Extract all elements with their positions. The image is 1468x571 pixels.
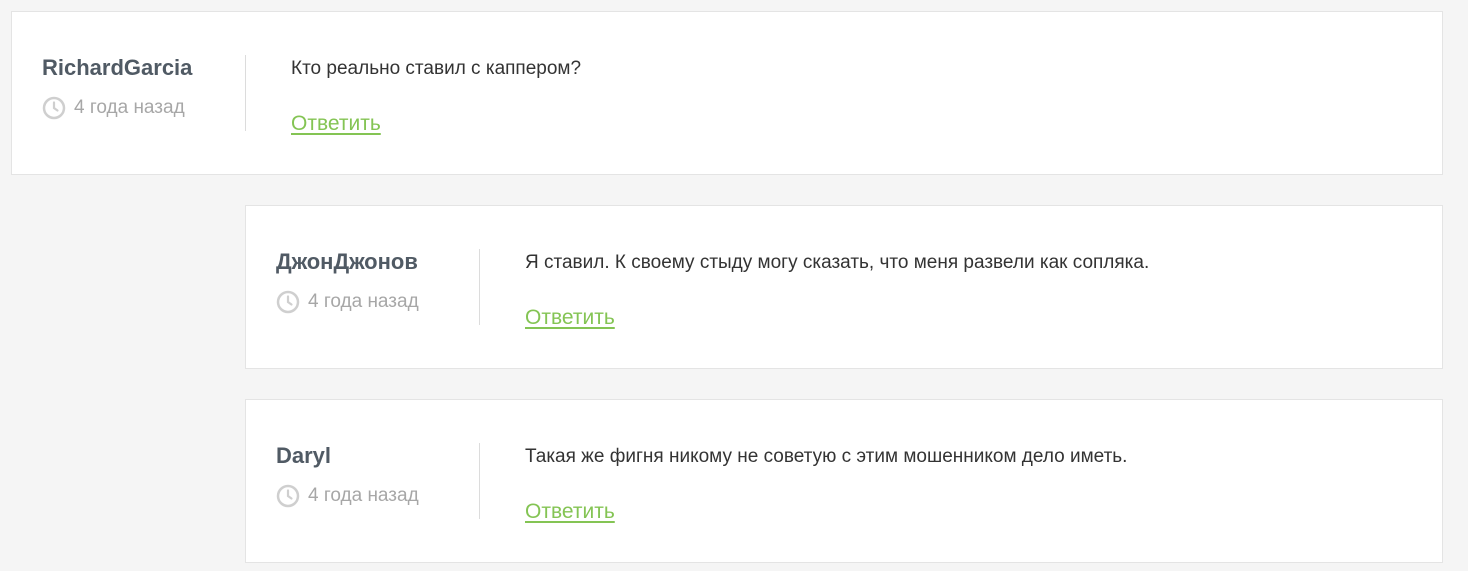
comment-body: Я ставил. К своему стыду могу сказать, ч… <box>525 251 1149 331</box>
comment-author: ДжонДжонов <box>276 249 418 274</box>
comment-time-row: 4 года назад <box>276 290 419 314</box>
clock-icon <box>276 290 300 314</box>
clock-icon <box>276 484 300 508</box>
reply-link[interactable]: Ответить <box>525 305 615 331</box>
comment-time-row: 4 года назад <box>42 96 185 120</box>
comment-card: RichardGarcia 4 года назад Кто реально с… <box>11 11 1443 175</box>
comment-time: 4 года назад <box>308 291 419 312</box>
comment-card: Daryl 4 года назад Такая же фигня никому… <box>245 399 1443 563</box>
reply-link[interactable]: Ответить <box>525 499 615 525</box>
comment-meta: ДжонДжонов 4 года назад <box>276 249 480 325</box>
comment-time: 4 года назад <box>74 97 185 118</box>
comment-text: Такая же фигня никому не советую с этим … <box>525 446 1128 467</box>
comment-text: Кто реально ставил с каппером? <box>291 58 582 79</box>
comment-meta: Daryl 4 года назад <box>276 443 480 519</box>
comment-body: Такая же фигня никому не советую с этим … <box>525 445 1127 525</box>
comment-time-row: 4 года назад <box>276 484 419 508</box>
comment-meta: RichardGarcia 4 года назад <box>42 55 246 131</box>
comment-author: Daryl <box>276 443 332 468</box>
comment-body: Кто реально ставил с каппером? Ответить <box>291 57 581 137</box>
comment-text: Я ставил. К своему стыду могу сказать, ч… <box>525 252 1150 273</box>
reply-link[interactable]: Ответить <box>291 111 381 137</box>
comment-card: ДжонДжонов 4 года назад Я ставил. К свое… <box>245 205 1443 369</box>
comment-time: 4 года назад <box>308 485 419 506</box>
comments-thread: RichardGarcia 4 года назад Кто реально с… <box>0 0 1468 571</box>
clock-icon <box>42 96 66 120</box>
comment-author: RichardGarcia <box>42 55 193 80</box>
